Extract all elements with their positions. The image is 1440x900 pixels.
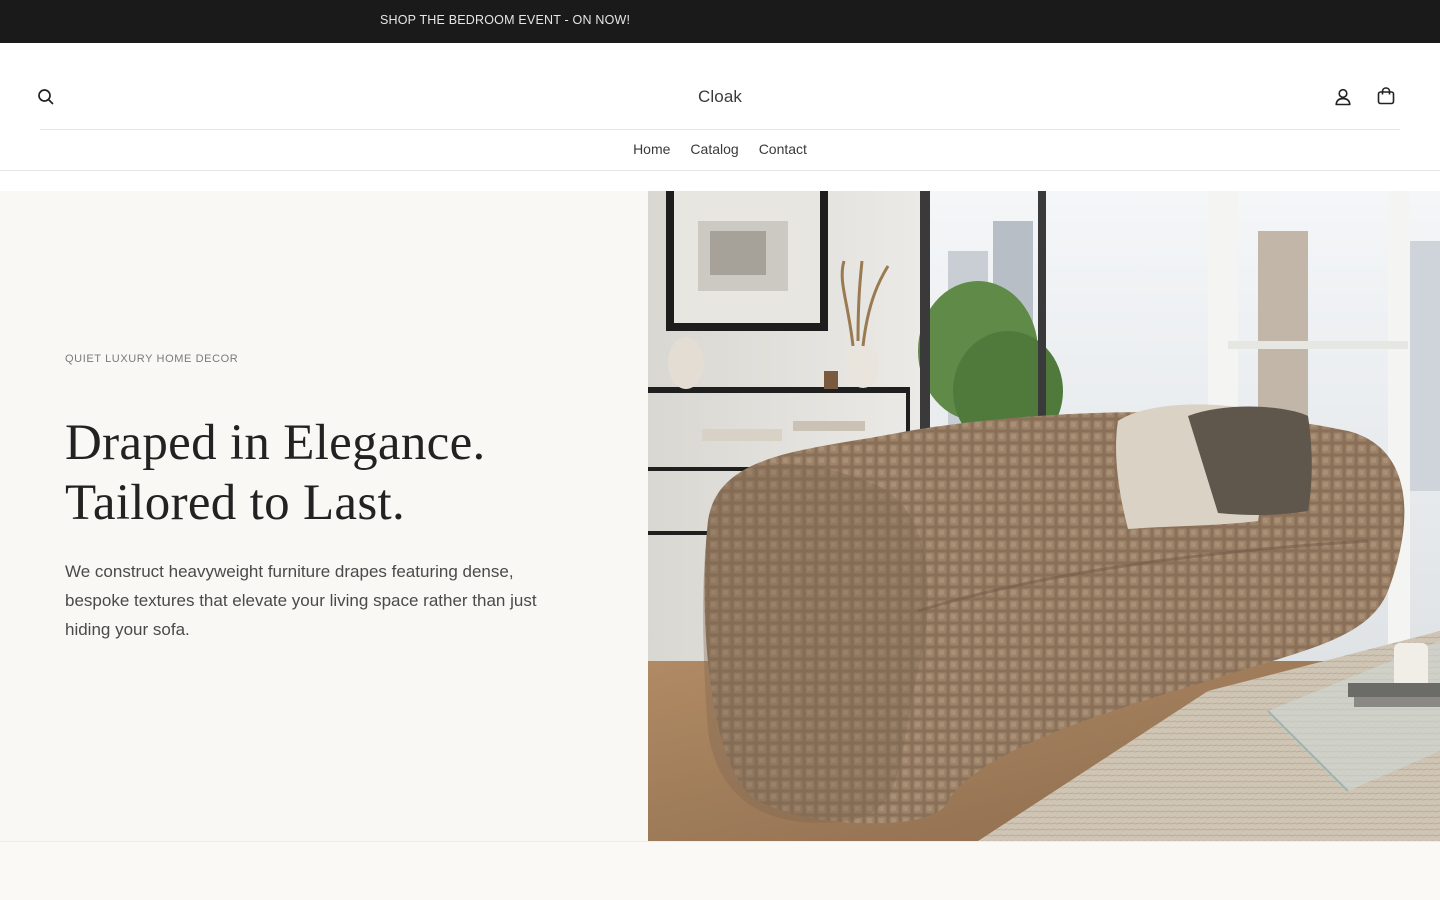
hero-headline: Draped in Elegance. Tailored to Last. (65, 413, 486, 533)
nav-item-home[interactable]: Home (633, 141, 670, 157)
hero-headline-line-2: Tailored to Last. (65, 475, 406, 531)
header-divider (40, 129, 1400, 130)
cart-button[interactable] (1375, 85, 1397, 107)
hero-image (648, 191, 1440, 841)
next-section-strip (0, 841, 1440, 900)
hero-subtext: We construct heavyweight furniture drape… (65, 562, 537, 639)
hero-eyebrow: QUIET LUXURY HOME DECOR (65, 353, 239, 365)
shopping-bag-icon (1377, 87, 1395, 105)
nav-item-contact[interactable]: Contact (759, 141, 807, 157)
announcement-bar: SHOP THE BEDROOM EVENT - ON NOW! (0, 0, 1440, 43)
site-logo[interactable]: Cloak (0, 87, 1440, 107)
site-header: Cloak Home Catalog Contact (0, 43, 1440, 171)
hero-headline-line-1: Draped in Elegance. (65, 415, 486, 471)
sofa-living-room-image (648, 191, 1440, 841)
user-icon (1335, 88, 1351, 106)
main-nav: Home Catalog Contact (0, 141, 1440, 157)
announcement-text[interactable]: SHOP THE BEDROOM EVENT - ON NOW! (380, 13, 630, 27)
nav-item-catalog[interactable]: Catalog (690, 141, 738, 157)
hero-section: QUIET LUXURY HOME DECOR Draped in Elegan… (0, 191, 1440, 841)
account-button[interactable] (1332, 86, 1354, 108)
